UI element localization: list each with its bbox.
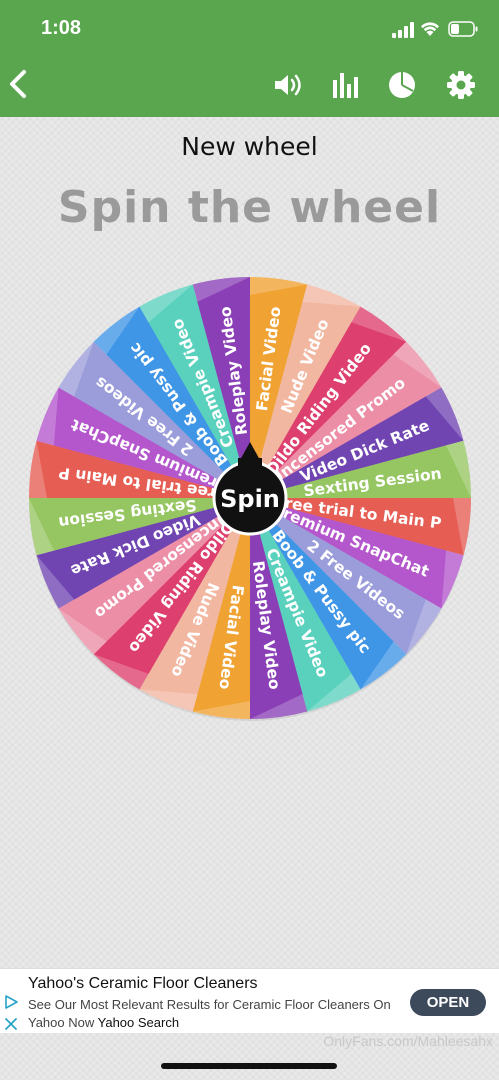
ad-body-text: See Our Most Relevant Results for Cerami… bbox=[28, 997, 391, 1030]
bar-chart-icon[interactable] bbox=[330, 70, 360, 100]
spin-heading: Spin the wheel bbox=[57, 182, 442, 233]
pie-chart-icon[interactable] bbox=[387, 70, 417, 100]
close-icon[interactable] bbox=[3, 1016, 19, 1032]
ad-open-button[interactable]: OPEN bbox=[410, 989, 486, 1016]
spin-knob-neck bbox=[238, 458, 262, 468]
spin-label[interactable]: Spin bbox=[220, 485, 280, 513]
ad-source: Yahoo Search bbox=[97, 1015, 180, 1030]
home-indicator[interactable] bbox=[161, 1063, 337, 1069]
watermark: OnlyFans.com/Mahleesahx bbox=[323, 1033, 493, 1049]
volume-icon[interactable] bbox=[272, 70, 302, 100]
cellular-signal-icon bbox=[392, 22, 414, 38]
wheel-name: New wheel bbox=[181, 132, 318, 161]
spin-wheel[interactable]: Facial VideoNude VideoDildo Riding Video… bbox=[27, 275, 473, 721]
ad-choices-icon[interactable] bbox=[3, 994, 19, 1010]
ad-banner[interactable]: Yahoo's Ceramic Floor Cleaners See Our M… bbox=[0, 968, 499, 1033]
battery-icon bbox=[448, 21, 478, 37]
top-bar: 1:08 bbox=[0, 0, 499, 117]
back-chevron-icon[interactable] bbox=[6, 66, 30, 102]
status-time: 1:08 bbox=[41, 17, 82, 39]
wifi-icon bbox=[421, 22, 439, 36]
gear-icon[interactable] bbox=[446, 70, 476, 100]
ad-title[interactable]: Yahoo's Ceramic Floor Cleaners bbox=[28, 975, 258, 993]
ad-description: See Our Most Relevant Results for Cerami… bbox=[28, 996, 403, 1032]
